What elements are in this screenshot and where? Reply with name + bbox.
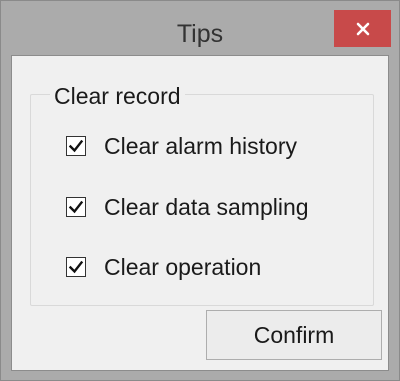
close-x-icon — [356, 22, 369, 35]
clear-data-sampling-checkbox[interactable] — [66, 197, 86, 217]
clear-data-sampling-label: Clear data sampling — [104, 194, 309, 220]
checkmark-icon — [68, 200, 84, 214]
clear-operation-label: Clear operation — [104, 254, 262, 280]
clear-alarm-history-label: Clear alarm history — [104, 133, 297, 159]
groupbox-label: Clear record — [50, 82, 185, 110]
clear-operation-checkbox-row[interactable]: Clear operation — [66, 251, 261, 283]
title-bar[interactable]: Tips — [1, 1, 399, 48]
checkmark-icon — [68, 260, 84, 274]
close-button[interactable] — [334, 10, 391, 47]
confirm-button[interactable]: Confirm — [206, 310, 382, 360]
clear-alarm-history-checkbox[interactable] — [66, 136, 86, 156]
clear-alarm-history-checkbox-row[interactable]: Clear alarm history — [66, 130, 297, 162]
clear-operation-checkbox[interactable] — [66, 257, 86, 277]
clear-data-sampling-checkbox-row[interactable]: Clear data sampling — [66, 191, 309, 223]
checkmark-icon — [68, 139, 84, 153]
